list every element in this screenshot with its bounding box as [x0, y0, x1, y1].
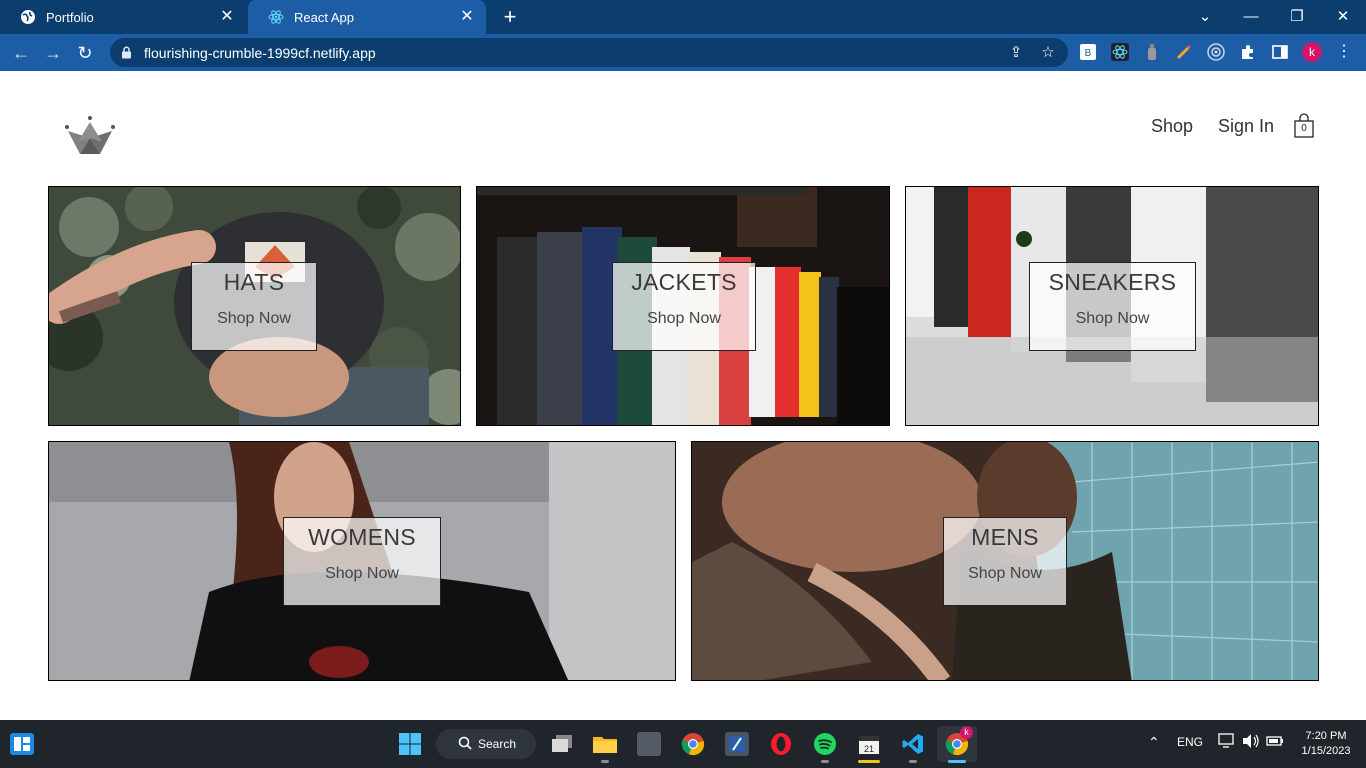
- nav-shop-link[interactable]: Shop: [1151, 116, 1193, 137]
- category-label-box[interactable]: MENS Shop Now: [943, 517, 1067, 606]
- moon-app-icon[interactable]: [635, 730, 663, 758]
- svg-text:B: B: [1085, 48, 1092, 59]
- category-sneakers[interactable]: SNEAKERS Shop Now: [905, 186, 1319, 426]
- url-text: flourishing-crumble-1999cf.netlify.app: [144, 44, 376, 61]
- category-mens[interactable]: MENS Shop Now: [691, 441, 1319, 681]
- globe-icon: [20, 9, 36, 25]
- target-extension-icon[interactable]: [1207, 43, 1225, 61]
- category-label-box[interactable]: JACKETS Shop Now: [612, 262, 756, 351]
- extensions-puzzle-icon[interactable]: [1239, 43, 1257, 61]
- shop-now-link[interactable]: Shop Now: [1030, 310, 1195, 328]
- taskbar-search[interactable]: Search: [436, 729, 536, 759]
- active-indicator: [948, 760, 966, 763]
- close-window-button[interactable]: ✕: [1320, 4, 1366, 30]
- chevron-up-icon[interactable]: ⌃: [1148, 734, 1160, 751]
- cart-count: 0: [1301, 123, 1307, 134]
- chrome-icon[interactable]: [679, 730, 707, 758]
- category-title: SNEAKERS: [1048, 269, 1177, 295]
- web-page: Shop Sign In 0 HATS Shop Now JACKETS Sho…: [0, 71, 1366, 720]
- category-title: MENS: [971, 524, 1039, 550]
- side-panel-icon[interactable]: [1271, 43, 1289, 61]
- react-icon: [268, 9, 284, 25]
- spotify-icon[interactable]: [811, 730, 839, 758]
- calendar-app-icon[interactable]: 21: [855, 730, 883, 758]
- search-icon: [458, 736, 472, 753]
- tab-react-app[interactable]: React App ✕: [248, 0, 486, 34]
- archive-app-icon[interactable]: [723, 730, 751, 758]
- battery-icon[interactable]: [1266, 733, 1284, 752]
- language-indicator[interactable]: ENG: [1177, 735, 1203, 749]
- share-icon[interactable]: ⇪: [1006, 43, 1026, 63]
- cart-icon[interactable]: 0: [1292, 113, 1316, 139]
- windows-taskbar: Search 21 k ⌃ ENG 7:20 PM 1/15/2023: [0, 720, 1366, 768]
- minimize-button[interactable]: —: [1228, 4, 1274, 30]
- more-menu-icon[interactable]: ⋮: [1336, 41, 1352, 63]
- close-tab-icon[interactable]: ✕: [458, 8, 476, 26]
- react-devtools-icon[interactable]: [1111, 43, 1129, 61]
- active-indicator: [858, 760, 880, 763]
- category-title: HATS: [223, 269, 285, 295]
- shop-now-link[interactable]: Shop Now: [284, 565, 440, 583]
- color-picker-icon[interactable]: [1175, 43, 1193, 61]
- category-title: JACKETS: [631, 269, 737, 295]
- running-indicator: [909, 760, 917, 763]
- reload-icon[interactable]: ↻: [72, 40, 98, 66]
- chrome-profile-icon[interactable]: k: [937, 726, 977, 762]
- running-indicator: [601, 760, 609, 763]
- category-label-box[interactable]: SNEAKERS Shop Now: [1029, 262, 1196, 351]
- clock-date: 1/15/2023: [1301, 745, 1351, 757]
- shop-now-link[interactable]: Shop Now: [944, 565, 1066, 583]
- vscode-icon[interactable]: [899, 730, 927, 758]
- back-icon[interactable]: ←: [8, 40, 34, 66]
- crown-logo-icon[interactable]: [62, 114, 118, 158]
- taskbar-clock[interactable]: 7:20 PM 1/15/2023: [1296, 729, 1356, 759]
- new-tab-button[interactable]: +: [498, 5, 522, 29]
- file-explorer-icon[interactable]: [591, 730, 619, 758]
- forward-icon[interactable]: →: [40, 40, 66, 66]
- lock-icon: [120, 46, 132, 60]
- address-toolbar: ← → ↻ flourishing-crumble-1999cf.netlify…: [0, 34, 1366, 71]
- clock-time: 7:20 PM: [1305, 730, 1347, 742]
- category-womens[interactable]: WOMENS Shop Now: [48, 441, 676, 681]
- category-jackets[interactable]: JACKETS Shop Now: [476, 186, 890, 426]
- shop-now-link[interactable]: Shop Now: [192, 310, 316, 328]
- volume-icon[interactable]: [1242, 733, 1260, 752]
- profile-badge: k: [960, 726, 973, 739]
- restore-button[interactable]: ❐: [1274, 4, 1320, 30]
- network-icon[interactable]: [1218, 733, 1236, 752]
- widgets-icon[interactable]: [8, 730, 36, 758]
- browser-tab-bar: Portfolio ✕ React App ✕ + ⌄ — ❐ ✕: [0, 0, 1366, 34]
- extension-b-icon[interactable]: B: [1079, 43, 1097, 61]
- tab-title: Portfolio: [46, 9, 94, 25]
- close-tab-icon[interactable]: ✕: [218, 8, 236, 26]
- category-title: WOMENS: [308, 524, 416, 550]
- shop-now-link[interactable]: Shop Now: [613, 310, 755, 328]
- category-label-box[interactable]: HATS Shop Now: [191, 262, 317, 351]
- svg-text:21: 21: [864, 744, 874, 754]
- address-bar[interactable]: flourishing-crumble-1999cf.netlify.app ⇪…: [110, 38, 1068, 67]
- bookmark-star-icon[interactable]: ☆: [1038, 43, 1058, 63]
- extension-bottle-icon[interactable]: [1143, 43, 1161, 61]
- profile-avatar[interactable]: k: [1302, 42, 1322, 62]
- tab-search-icon[interactable]: ⌄: [1182, 4, 1228, 30]
- tab-title: React App: [294, 9, 354, 25]
- category-label-box[interactable]: WOMENS Shop Now: [283, 517, 441, 606]
- start-icon[interactable]: [396, 730, 424, 758]
- nav-sign-in-link[interactable]: Sign In: [1218, 116, 1274, 137]
- tab-portfolio[interactable]: Portfolio ✕: [0, 0, 246, 34]
- running-indicator: [821, 760, 829, 763]
- task-view-icon[interactable]: [548, 730, 576, 758]
- opera-icon[interactable]: [767, 730, 795, 758]
- search-label: Search: [478, 737, 517, 751]
- category-hats[interactable]: HATS Shop Now: [48, 186, 461, 426]
